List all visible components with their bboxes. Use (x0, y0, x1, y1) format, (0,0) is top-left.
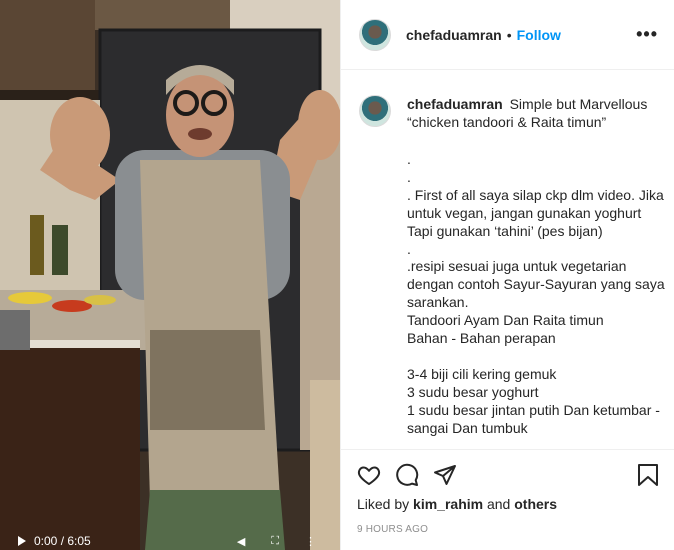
caption-username[interactable]: chefaduamran (407, 96, 503, 112)
video-player[interactable]: 0:00 / 6:05 ◀ ⛶ ⋮ (0, 0, 340, 550)
avatar[interactable] (359, 18, 391, 51)
post-header: chefaduamran • Follow ••• (341, 0, 674, 70)
caption-line: . (407, 168, 411, 185)
separator-dot: • (506, 26, 512, 43)
face (166, 73, 234, 157)
caption-body: . . . First of all saya silap ckp dlm vi… (407, 151, 667, 437)
action-bar (357, 450, 659, 500)
video-time: 0:00 / 6:05 (34, 534, 91, 548)
post-actions: Liked by kim_rahim and others 9 HOURS AG… (341, 449, 674, 550)
author-username[interactable]: chefaduamran (406, 27, 502, 43)
caption-area[interactable]: chefaduamran Simple but Marvellous “chic… (341, 71, 674, 449)
caption-line: . (407, 151, 411, 167)
likes-prefix: Liked by (357, 496, 410, 512)
caption-line: .resipi sesuai juga untuk vegetarian den… (407, 258, 669, 311)
bookmark-icon[interactable] (637, 463, 659, 487)
lower-cabinet (0, 345, 140, 550)
menu-icon[interactable]: ⋮ (305, 535, 316, 548)
upper-cabinet (0, 0, 95, 90)
volume-icon[interactable]: ◀ (237, 535, 245, 548)
share-icon[interactable] (433, 463, 457, 487)
likes-others-link[interactable]: others (514, 496, 557, 512)
heart-icon[interactable] (357, 463, 381, 487)
play-icon[interactable] (18, 536, 26, 546)
likes-line: Liked by kim_rahim and others (357, 496, 659, 512)
video-frame (0, 0, 340, 550)
caption-row: chefaduamran Simple but Marvellous “chic… (359, 95, 659, 131)
post-panel: chefaduamran • Follow ••• chefaduamran S… (340, 0, 674, 550)
caption-line: 3 sudu besar yoghurt (407, 383, 539, 400)
right-hand (298, 90, 340, 160)
caption-line: 3-4 biji cili kering gemuk (407, 365, 557, 382)
caption-line: . First of all saya silap ckp dlm video.… (407, 186, 668, 239)
caption-line: Tandoori Ayam Dan Raita timun (407, 312, 604, 329)
caption-line: . (407, 240, 411, 257)
likes-conjunction: and (486, 496, 511, 512)
left-hand (50, 97, 110, 173)
caption-line: Bahan - Bahan perapan (407, 330, 556, 347)
caption-text: chefaduamran Simple but Marvellous “chic… (407, 95, 657, 131)
caption-avatar[interactable] (359, 95, 391, 127)
caption-line (407, 348, 667, 366)
liked-by-user[interactable]: kim_rahim (413, 496, 483, 512)
post-timestamp[interactable]: 9 HOURS AGO (357, 524, 659, 535)
follow-button[interactable]: Follow (517, 27, 561, 43)
comment-icon[interactable] (395, 463, 419, 487)
more-options-icon[interactable]: ••• (636, 24, 658, 45)
video-control-icons: ◀ ⛶ ⋮ (237, 535, 316, 548)
fullscreen-icon[interactable]: ⛶ (271, 535, 279, 548)
caption-line: 1 sudu besar jintan putih Dan ketumbar -… (407, 401, 664, 436)
